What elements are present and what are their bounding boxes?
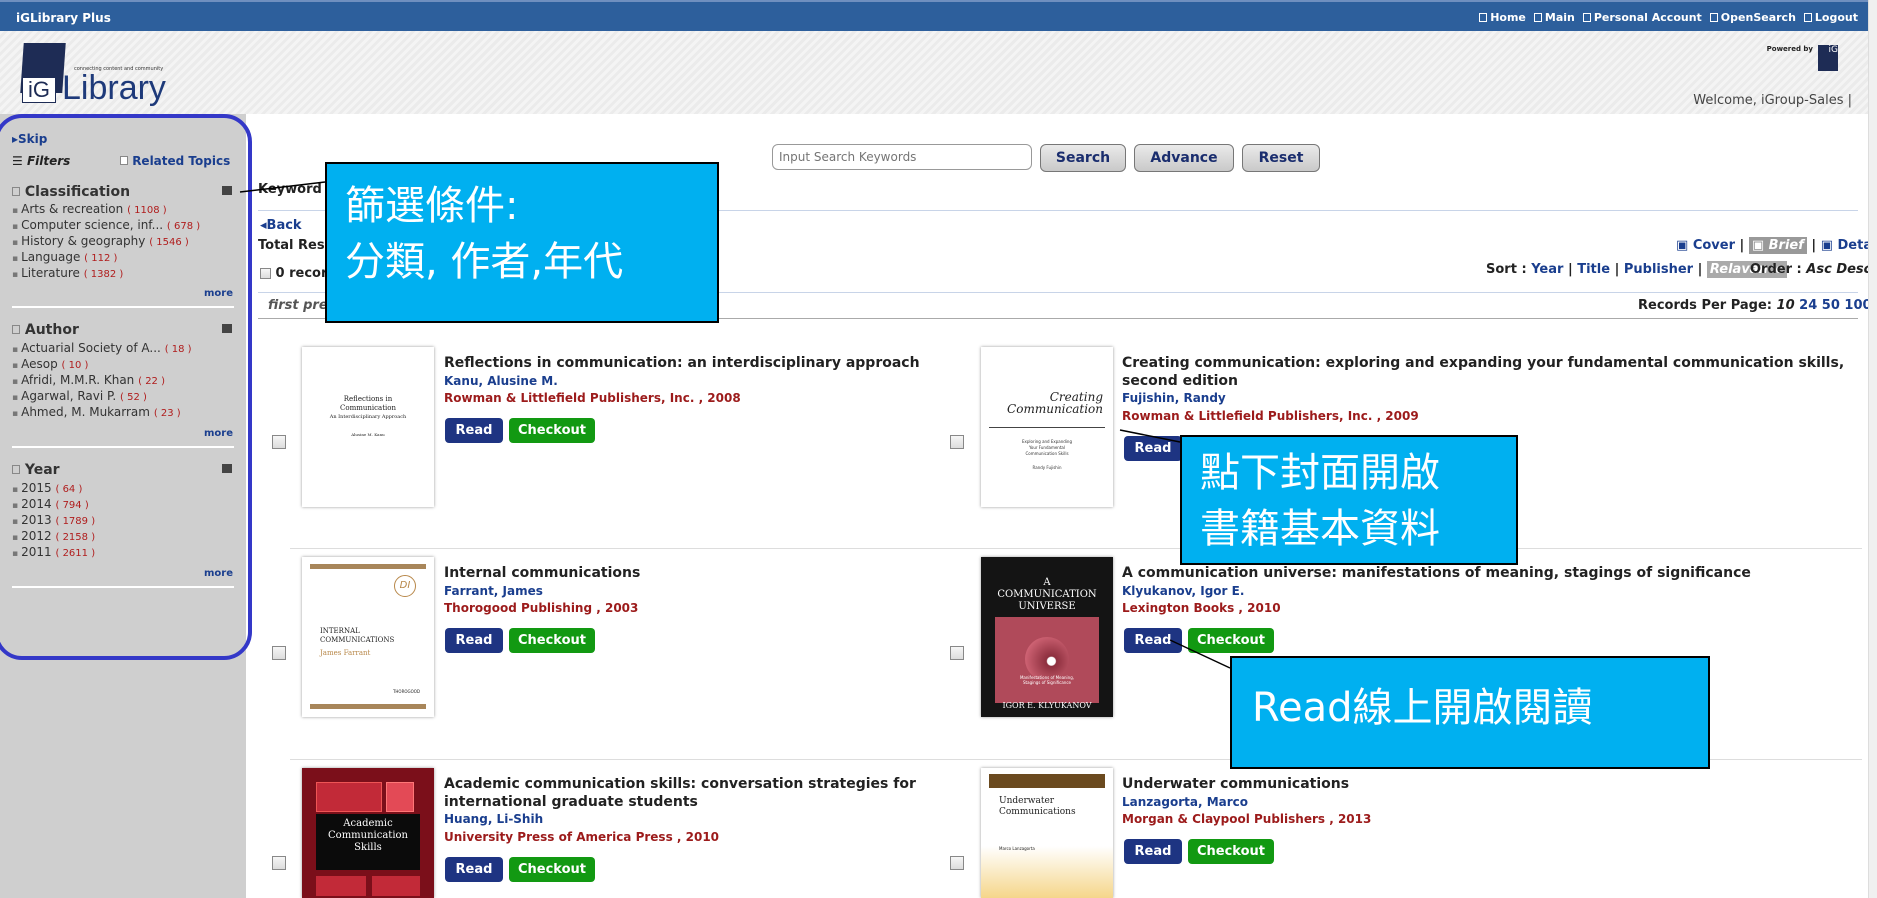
- vertical-scrollbar[interactable]: [1868, 0, 1877, 898]
- callout-cover-text: 點下封面開啟 書籍基本資料: [1200, 445, 1440, 557]
- callout-cover: 點下封面開啟 書籍基本資料: [1180, 435, 1518, 565]
- callout-read-text: Read線上開啟閱讀: [1252, 685, 1593, 731]
- callout-filters-text: 篩選條件: 分類, 作者,年代: [345, 178, 623, 290]
- callout-line: 點下封面開啟: [1200, 450, 1440, 496]
- callout-line: 分類, 作者,年代: [345, 239, 624, 285]
- connector-filters: [239, 181, 326, 193]
- connector-read: [1169, 639, 1231, 669]
- callout-line: 篩選條件:: [345, 183, 519, 229]
- connector-cover: [1119, 429, 1181, 443]
- callout-line: 書籍基本資料: [1200, 506, 1440, 552]
- callout-read: Read線上開啟閱讀: [1230, 656, 1710, 769]
- callout-filters: 篩選條件: 分類, 作者,年代: [325, 162, 719, 323]
